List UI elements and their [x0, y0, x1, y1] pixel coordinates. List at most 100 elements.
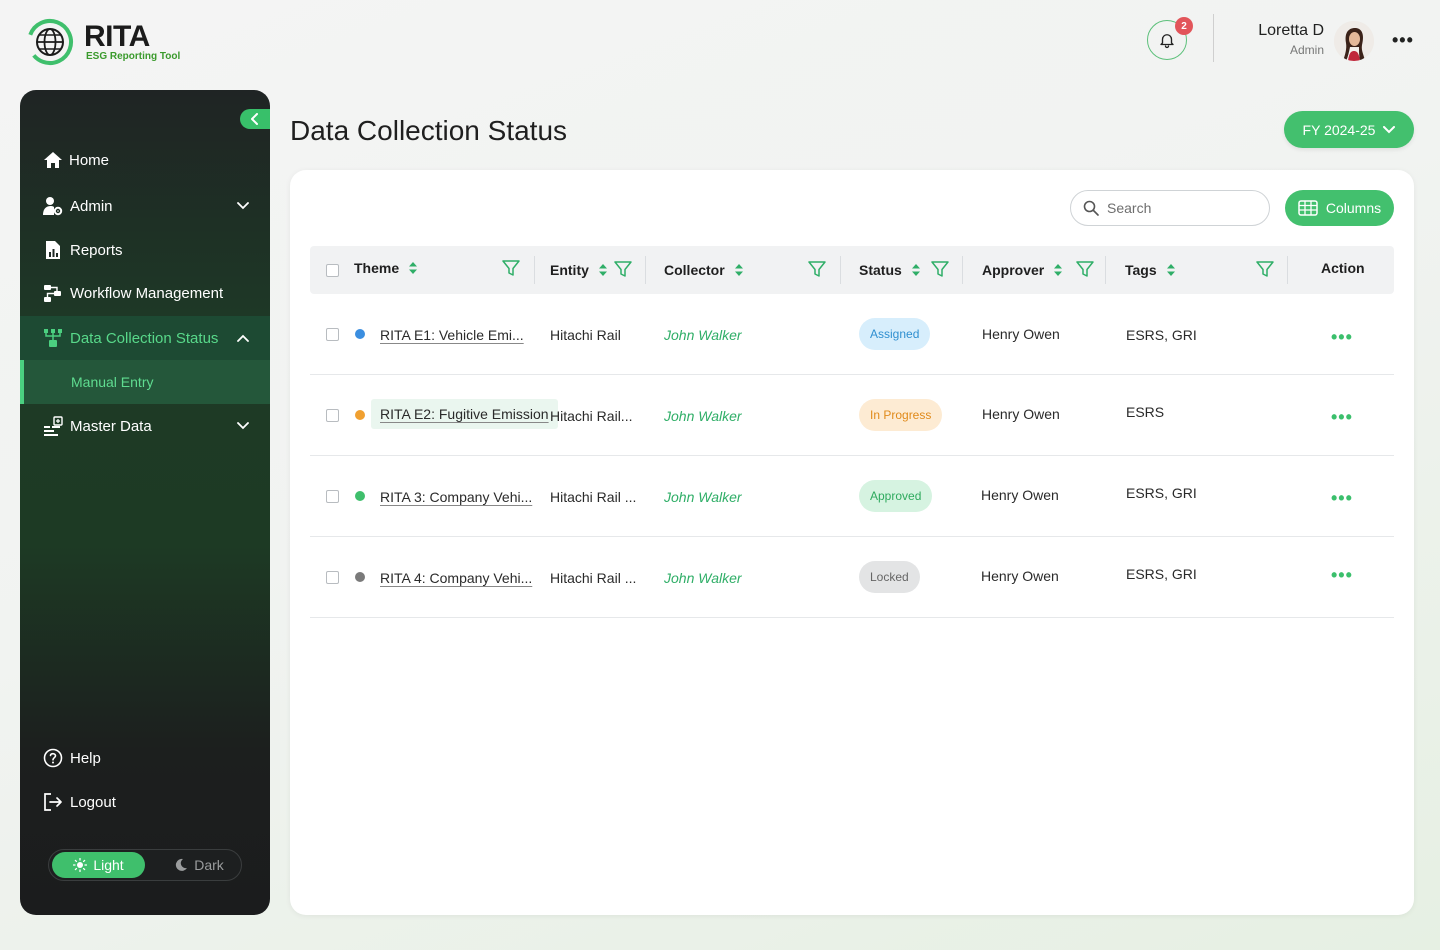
user-name: Loretta D [1258, 22, 1324, 39]
sort-icon[interactable] [1054, 264, 1063, 276]
globe-logo-icon [27, 19, 73, 65]
column-divider [534, 256, 535, 284]
avatar[interactable] [1334, 21, 1374, 61]
column-header-collector[interactable]: Collector [664, 246, 743, 294]
sort-icon[interactable] [409, 262, 418, 274]
filter-icon[interactable] [808, 260, 826, 278]
row-actions-menu[interactable]: ••• [1331, 488, 1353, 509]
row-checkbox[interactable] [326, 328, 339, 341]
entity-cell: Hitachi Rail ... [550, 489, 637, 505]
entity-cell: Hitachi Rail... [550, 408, 633, 424]
sidebar-item-label: Reports [70, 241, 123, 259]
sort-icon[interactable] [734, 264, 743, 276]
table-columns-icon [1298, 200, 1318, 216]
search-input[interactable] [1107, 200, 1257, 216]
entity-cell: Hitachi Rail ... [550, 570, 637, 586]
sort-icon[interactable] [598, 264, 607, 276]
sidebar-item-data-collection-status[interactable]: Data Collection Status [20, 316, 270, 360]
sidebar-item-help[interactable]: Help [20, 736, 270, 780]
column-header-action: Action [1321, 244, 1365, 292]
theme-dark-button[interactable]: Dark [159, 852, 239, 878]
sort-icon[interactable] [1166, 264, 1175, 276]
sidebar-item-logout[interactable]: Logout [20, 780, 270, 824]
sidebar-item-label: Manual Entry [71, 374, 154, 390]
moon-icon [176, 858, 188, 871]
row-checkbox[interactable] [326, 409, 339, 422]
table-row: RITA E1: Vehicle Emi... Hitachi Rail Joh… [310, 294, 1394, 375]
approver-cell: Henry Owen [982, 406, 1060, 422]
entity-cell: Hitachi Rail [550, 327, 621, 343]
approver-cell: Henry Owen [981, 487, 1059, 503]
column-header-theme[interactable]: Theme [354, 244, 418, 292]
tags-cell: ESRS, GRI [1126, 485, 1197, 501]
brand-tagline: ESG Reporting Tool [86, 51, 181, 62]
sidebar-item-admin[interactable]: Admin [20, 184, 270, 228]
sidebar-item-home[interactable]: Home [20, 138, 270, 182]
search-box [1070, 190, 1270, 226]
status-badge: Assigned [859, 318, 931, 350]
column-header-entity[interactable]: Entity [550, 246, 607, 294]
sitemap-icon [42, 327, 64, 349]
sidebar-item-label: Home [69, 151, 110, 169]
theme-toggle: Light Dark [48, 849, 242, 881]
theme-link[interactable]: RITA 3: Company Vehi... [380, 489, 532, 505]
filter-icon[interactable] [502, 259, 520, 277]
chevron-down-icon [236, 199, 250, 213]
sidebar-item-master-data[interactable]: Master Data [20, 404, 270, 448]
sidebar-item-label: Data Collection Status [70, 329, 219, 347]
sidebar-item-reports[interactable]: Reports [20, 228, 270, 272]
chevron-down-icon [236, 419, 250, 433]
row-actions-menu[interactable]: ••• [1331, 407, 1353, 428]
collector-cell: John Walker [664, 408, 742, 424]
row-actions-menu[interactable]: ••• [1331, 565, 1353, 586]
theme-link[interactable]: RITA E1: Vehicle Emi... [380, 327, 524, 343]
report-icon [42, 239, 64, 261]
status-dot [355, 572, 365, 582]
approver-cell: Henry Owen [982, 326, 1060, 342]
theme-light-button[interactable]: Light [52, 852, 145, 878]
filter-icon[interactable] [931, 260, 949, 278]
user-avatar-icon [1334, 21, 1374, 61]
sidebar-item-workflow-management[interactable]: Workflow Management [20, 271, 270, 315]
column-header-label: Collector [664, 262, 725, 278]
workflow-icon [42, 282, 64, 304]
status-badge: Locked [859, 561, 920, 593]
collector-cell: John Walker [664, 327, 742, 343]
logout-icon [42, 791, 64, 813]
theme-link[interactable]: RITA E2: Fugitive Emission [371, 399, 558, 429]
status-dot [355, 491, 365, 501]
row-checkbox[interactable] [326, 571, 339, 584]
column-header-tags[interactable]: Tags [1125, 246, 1175, 294]
sidebar: Home Admin Reports Workflow Management D… [20, 90, 270, 915]
row-checkbox[interactable] [326, 490, 339, 503]
theme-dark-label: Dark [194, 857, 224, 873]
sidebar-item-label: Workflow Management [70, 284, 224, 302]
tags-cell: ESRS, GRI [1126, 327, 1197, 343]
sidebar-item-label: Admin [70, 197, 113, 215]
column-header-status[interactable]: Status [859, 246, 920, 294]
column-divider [840, 256, 841, 284]
select-all-checkbox[interactable] [326, 264, 339, 277]
column-header-approver[interactable]: Approver [982, 246, 1063, 294]
more-options-icon[interactable]: ••• [1392, 30, 1414, 51]
sidebar-item-label: Logout [70, 793, 116, 811]
notification-count-badge: 2 [1175, 17, 1193, 35]
theme-link[interactable]: RITA 4: Company Vehi... [380, 570, 532, 586]
sidebar-item-label: Master Data [70, 417, 152, 435]
tags-cell: ESRS, GRI [1126, 566, 1197, 582]
columns-label: Columns [1325, 200, 1382, 216]
filter-icon[interactable] [614, 260, 632, 278]
sidebar-collapse-button[interactable] [240, 109, 270, 129]
columns-button[interactable]: Columns [1285, 190, 1394, 226]
active-indicator [20, 360, 24, 404]
filter-icon[interactable] [1076, 260, 1094, 278]
row-actions-menu[interactable]: ••• [1331, 327, 1353, 348]
column-header-label: Approver [982, 262, 1045, 278]
sidebar-item-manual-entry[interactable]: Manual Entry [20, 360, 270, 404]
filter-icon[interactable] [1256, 260, 1274, 278]
fiscal-year-select[interactable]: FY 2024-25 [1284, 111, 1414, 148]
sort-icon[interactable] [911, 264, 920, 276]
chevron-up-icon [236, 331, 250, 345]
page-title: Data Collection Status [290, 115, 568, 146]
column-header-label: Status [859, 262, 902, 278]
